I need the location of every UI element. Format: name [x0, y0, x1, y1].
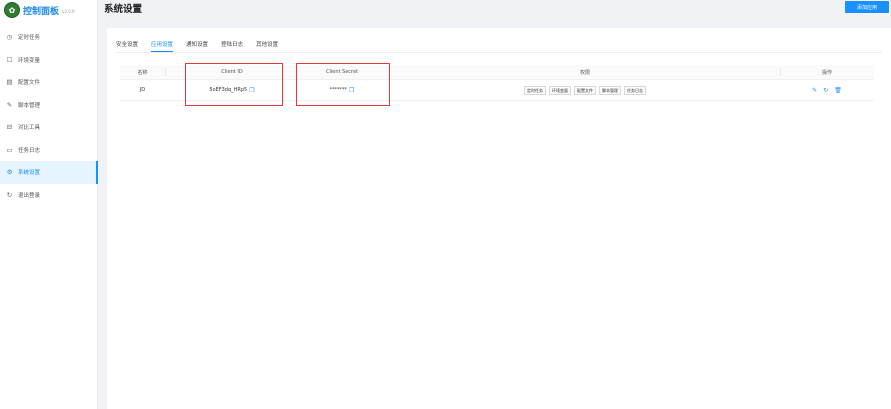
- logo-icon: ✿: [4, 2, 20, 18]
- tab-apps[interactable]: 应用设置: [151, 40, 174, 52]
- sidebar-item-label: 系统设置: [18, 170, 41, 177]
- sidebar-item-label: 退出登录: [18, 192, 41, 199]
- header-actions: 操作: [821, 69, 832, 76]
- sidebar-item-label: 任务日志: [18, 147, 41, 154]
- header-name: 名称: [137, 69, 148, 76]
- clock-icon: ◷: [6, 33, 13, 42]
- scope-tag: 脚本管理: [599, 85, 621, 95]
- sidebar-item-label: 脚本管理: [18, 102, 41, 109]
- logout-icon: ↻: [6, 190, 13, 199]
- sidebar-item-label: 配置文件: [18, 80, 41, 87]
- scope-tag: 定时任务: [524, 85, 546, 95]
- sidebar-item-cron[interactable]: ◷ 定时任务: [0, 26, 97, 49]
- highlight-box-client-id: [185, 63, 283, 106]
- tab-notify[interactable]: 通知设置: [186, 40, 208, 52]
- config-icon: ▤: [6, 78, 13, 87]
- row-scopes: 定时任务 环境变量 配置文件 脚本管理 任务日志: [390, 80, 780, 100]
- edit-icon[interactable]: ✎: [812, 87, 817, 94]
- brand-title: 控制面板: [23, 6, 60, 17]
- scope-tag: 环境变量: [549, 85, 571, 95]
- sidebar-item-script[interactable]: ✎ 脚本管理: [0, 94, 97, 117]
- sidebar-item-label: 定时任务: [18, 35, 41, 42]
- page-title: 系统设置: [104, 4, 143, 15]
- tab-login-log[interactable]: 登陆日志: [221, 40, 243, 52]
- sidebar-item-settings[interactable]: ⚙ 系统设置: [0, 161, 98, 184]
- settings-icon: ⚙: [6, 168, 13, 177]
- delete-icon[interactable]: 🗑: [834, 87, 842, 94]
- column-divider: [165, 68, 166, 76]
- sidebar-item-label: 环境变量: [18, 57, 41, 64]
- script-icon: ✎: [6, 100, 13, 109]
- sidebar: ✿ 控制面板 v2.0.0 ◷ 定时任务 ☐ 环境变量 ▤ 配置文件 ✎ 脚本管…: [0, 0, 98, 409]
- header-scopes: 权限: [579, 69, 590, 76]
- sidebar-item-diff[interactable]: ⊟ 对比工具: [0, 116, 97, 139]
- refresh-icon[interactable]: ↻: [823, 87, 828, 94]
- brand: ✿ 控制面板 v2.0.0: [0, 0, 97, 20]
- settings-tabs: 安全设置 应用设置 通知设置 登陆日志 其他设置: [116, 40, 278, 52]
- row-name: JD: [139, 87, 146, 93]
- brand-version: v2.0.0: [62, 9, 75, 14]
- sidebar-item-config[interactable]: ▤ 配置文件: [0, 71, 97, 94]
- scope-tag: 配置文件: [574, 85, 596, 95]
- sidebar-item-env[interactable]: ☐ 环境变量: [0, 49, 97, 72]
- sidebar-item-log[interactable]: ▭ 任务日志: [0, 139, 97, 162]
- sidebar-item-logout[interactable]: ↻ 退出登录: [0, 184, 97, 207]
- scope-tag: 任务日志: [624, 85, 646, 95]
- sidebar-menu: ◷ 定时任务 ☐ 环境变量 ▤ 配置文件 ✎ 脚本管理 ⊟ 对比工具 ▭ 任务日…: [0, 26, 98, 207]
- add-app-button[interactable]: 添加应用: [845, 1, 889, 13]
- tab-security[interactable]: 安全设置: [116, 40, 138, 52]
- diff-icon: ⊟: [6, 123, 13, 132]
- tab-other[interactable]: 其他设置: [256, 40, 278, 52]
- folder-icon: ▭: [6, 145, 13, 154]
- tabs-divider: [116, 52, 882, 53]
- env-icon: ☐: [6, 55, 13, 64]
- highlight-box-client-secret: [296, 63, 390, 106]
- row-actions: ✎ ↻ 🗑: [780, 80, 874, 100]
- sidebar-item-label: 对比工具: [18, 125, 41, 132]
